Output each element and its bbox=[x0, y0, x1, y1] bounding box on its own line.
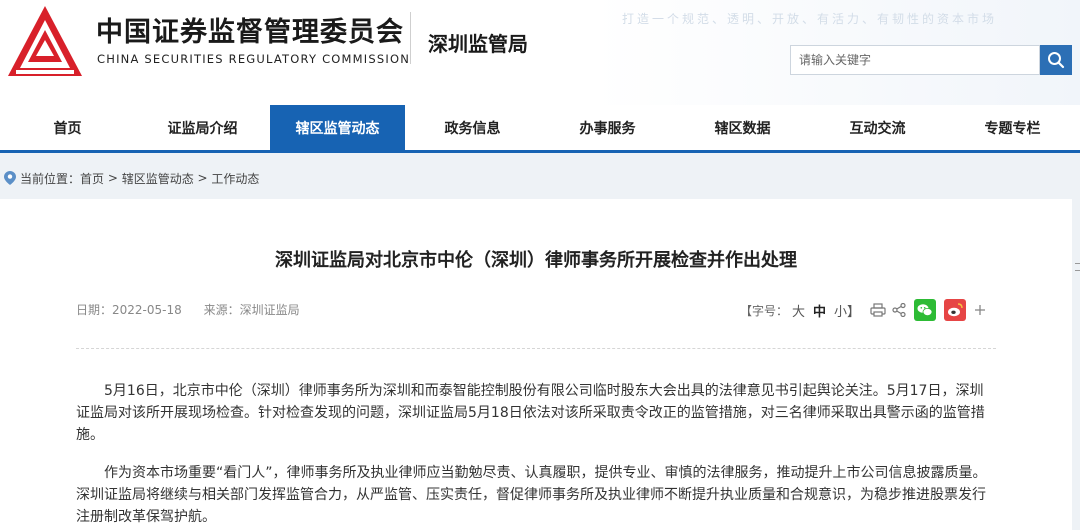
csrc-logo-emblem[interactable] bbox=[6, 4, 84, 78]
share-icon bbox=[892, 303, 906, 317]
print-icon bbox=[870, 303, 886, 317]
font-size-small[interactable]: 小】 bbox=[834, 301, 860, 320]
nav-item-regional-data[interactable]: 辖区数据 bbox=[675, 105, 810, 150]
font-size-medium[interactable]: 中 bbox=[813, 301, 826, 320]
nav-item-interaction[interactable]: 互动交流 bbox=[810, 105, 945, 150]
site-title-en: CHINA SECURITIES REGULATORY COMMISSION bbox=[97, 52, 411, 66]
breadcrumb-home[interactable]: 首页 bbox=[80, 170, 104, 187]
breadcrumb-prefix: 当前位置： bbox=[20, 171, 81, 186]
header-divider bbox=[410, 12, 411, 64]
article-paragraph: 5月16日，北京市中伦（深圳）律师事务所为深圳和而泰智能控制股份有限公司临时股东… bbox=[76, 383, 985, 443]
breadcrumb-separator: > bbox=[193, 171, 212, 185]
article-meta: 日期：2022-05-18 来源：深圳证监局 bbox=[76, 301, 300, 318]
article-tools: 【字号： 大 中 小】 bbox=[740, 299, 986, 321]
article-paragraph: 作为资本市场重要“看门人”，律师事务所及执业律师应当勤勉尽责、认真履职，提供专业… bbox=[76, 465, 987, 525]
article-date: 日期：2022-05-18 bbox=[76, 303, 182, 317]
bureau-name: 深圳监管局 bbox=[428, 32, 528, 56]
article-divider bbox=[76, 348, 996, 349]
nav-item-home[interactable]: 首页 bbox=[0, 105, 135, 150]
weibo-icon bbox=[944, 299, 967, 321]
share-button[interactable] bbox=[892, 303, 906, 317]
font-size-large[interactable]: 大 bbox=[792, 301, 805, 320]
scrollbar-mark bbox=[1075, 270, 1080, 271]
nav-item-government-info[interactable]: 政务信息 bbox=[405, 105, 540, 150]
search-input[interactable] bbox=[790, 45, 1040, 75]
wechat-share-button[interactable] bbox=[914, 299, 937, 321]
breadcrumb-separator: > bbox=[104, 171, 122, 185]
main-nav: 首页 证监局介绍 辖区监管动态 政务信息 办事服务 辖区数据 互动交流 专题专栏 bbox=[0, 105, 1080, 153]
header-slogan: 打造一个规范、透明、开放、有活力、有韧性的资本市场 bbox=[622, 12, 998, 26]
weibo-share-button[interactable] bbox=[944, 299, 967, 321]
nav-item-bureau-intro[interactable]: 证监局介绍 bbox=[135, 105, 270, 150]
nav-item-regulatory-news[interactable]: 辖区监管动态 bbox=[270, 105, 405, 150]
breadcrumb: 当前位置： 首页 > 辖区监管动态 > 工作动态 bbox=[0, 163, 1080, 193]
breadcrumb-work-news[interactable]: 工作动态 bbox=[211, 170, 259, 187]
breadcrumb-regulatory-news[interactable]: 辖区监管动态 bbox=[122, 170, 194, 187]
site-title-cn: 中国证券监督管理委员会 bbox=[96, 17, 404, 48]
more-share-button[interactable] bbox=[974, 304, 986, 316]
wechat-icon bbox=[914, 299, 937, 321]
scrollbar-track[interactable] bbox=[1072, 199, 1080, 530]
article-container: 深圳证监局对北京市中伦（深圳）律师事务所开展检查并作出处理 日期：2022-05… bbox=[0, 199, 1072, 530]
article-title: 深圳证监局对北京市中伦（深圳）律师事务所开展检查并作出处理 bbox=[275, 250, 797, 271]
site-header: 中国证券监督管理委员会 CHINA SECURITIES REGULATORY … bbox=[0, 0, 1080, 105]
search-button[interactable] bbox=[1040, 45, 1072, 75]
nav-item-special-topics[interactable]: 专题专栏 bbox=[945, 105, 1080, 150]
article-source: 来源：深圳证监局 bbox=[203, 303, 300, 317]
scrollbar-mark bbox=[1075, 263, 1080, 264]
nav-item-services[interactable]: 办事服务 bbox=[540, 105, 675, 150]
print-button[interactable] bbox=[870, 303, 886, 317]
font-size-label: 【字号： bbox=[740, 303, 789, 318]
location-pin-icon bbox=[4, 171, 16, 185]
search-icon bbox=[1048, 52, 1065, 69]
plus-icon bbox=[975, 305, 986, 315]
